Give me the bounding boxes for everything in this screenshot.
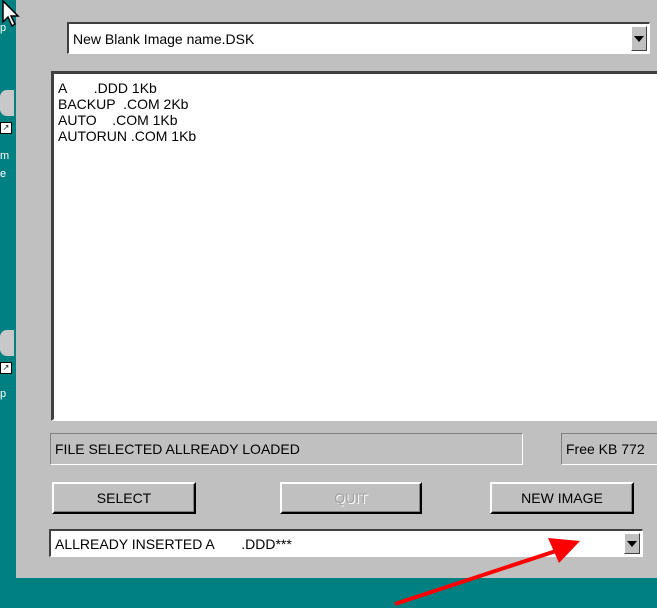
desktop-icon[interactable] [0,90,14,116]
shortcut-arrow-icon: ↗ [0,362,12,374]
desktop-icon[interactable] [0,330,14,356]
image-name-combo[interactable]: New Blank Image name.DSK [67,22,650,54]
list-item[interactable]: AUTORUN .COM 1Kb [58,128,655,144]
dropdown-button[interactable] [631,26,647,51]
new-image-button[interactable]: NEW IMAGE [490,482,634,514]
desktop-label: p [0,388,7,400]
list-item[interactable]: BACKUP .COM 2Kb [58,96,655,112]
desktop-label: e [0,168,7,180]
status-message: FILE SELECTED ALLREADY LOADED [50,433,523,465]
quit-button[interactable]: QUIT [280,482,422,514]
inserted-files-value: ALLREADY INSERTED A .DDD*** [55,535,292,552]
chevron-down-icon [634,35,644,42]
image-name-value: New Blank Image name.DSK [73,30,255,47]
inserted-files-combo[interactable]: ALLREADY INSERTED A .DDD*** [49,529,643,557]
dropdown-button[interactable] [624,533,640,554]
mouse-pointer-icon [2,0,20,28]
file-listbox[interactable]: A .DDD 1Kb BACKUP .COM 2Kb AUTO .COM 1Kb… [51,71,657,421]
list-item[interactable]: AUTO .COM 1Kb [58,112,655,128]
chevron-down-icon [627,540,637,547]
disk-image-window: New Blank Image name.DSK A .DDD 1Kb BACK… [16,0,657,578]
free-space-label: Free KB 772 [561,433,657,465]
desktop-label: m [0,150,10,162]
shortcut-arrow-icon: ↗ [0,122,12,134]
list-item[interactable]: A .DDD 1Kb [58,80,655,96]
select-button[interactable]: SELECT [52,482,196,514]
